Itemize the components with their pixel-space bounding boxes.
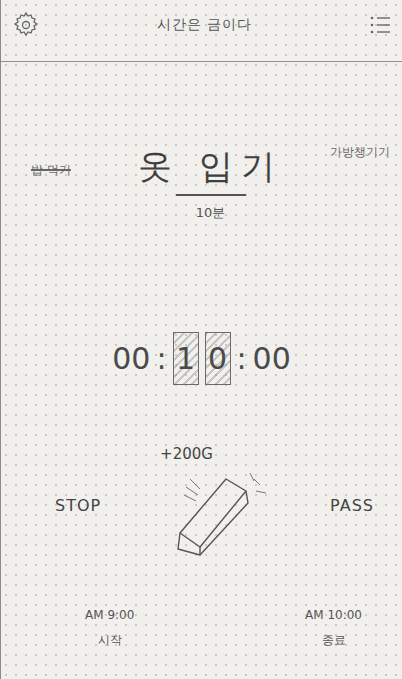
schedule-label: 시작: [98, 632, 122, 649]
schedule-item: AM 9:00 시작: [85, 608, 134, 649]
timer-digit: 0: [205, 332, 231, 385]
current-task-label: 옷 입기: [132, 144, 289, 190]
timer-group: 10: [173, 332, 231, 385]
menu-icon[interactable]: [368, 14, 392, 36]
app-screen: 시간은 금이다밥 먹기옷 입기10분가방챙기기00:10:00+200GSTOP…: [0, 0, 402, 679]
action-row: STOP PASS: [1, 463, 402, 559]
schedule-time: AM 10:00: [305, 608, 362, 622]
gear-icon[interactable]: [11, 10, 41, 40]
timer-separator: :: [156, 341, 166, 376]
previous-task[interactable]: 밥 먹기: [31, 144, 132, 179]
schedule-label: 종료: [322, 632, 346, 649]
schedule: AM 9:00 시작 AM 10:00 종료: [1, 608, 402, 679]
timer-digit: 1: [173, 332, 199, 385]
schedule-time: AM 9:00: [85, 608, 134, 622]
app-title: 시간은 금이다: [157, 16, 252, 34]
task-carousel[interactable]: 밥 먹기옷 입기 10분 가방챙기기: [1, 144, 402, 222]
schedule-item: AM 10:00 종료: [305, 608, 362, 649]
timer-separator: :: [237, 341, 247, 376]
header: 시간은 금이다: [1, 0, 402, 62]
timer-group: 00: [253, 341, 291, 376]
stop-button[interactable]: STOP: [55, 492, 150, 519]
timer-group: 00: [112, 341, 150, 376]
timer-digit: 00: [253, 341, 291, 376]
timer: 00:10:00: [1, 332, 402, 385]
pass-button[interactable]: PASS: [280, 492, 375, 519]
next-task[interactable]: 가방챙기기: [289, 144, 390, 161]
timer-digit: 00: [112, 341, 150, 376]
reward-section: +200G STOP PASS: [1, 445, 402, 559]
task-underline: [176, 194, 246, 196]
current-task[interactable]: 옷 입기 10분: [132, 144, 289, 222]
task-duration: 10분: [196, 204, 226, 222]
gold-bar-icon[interactable]: [150, 463, 280, 559]
reward-amount: +200G: [160, 445, 213, 463]
